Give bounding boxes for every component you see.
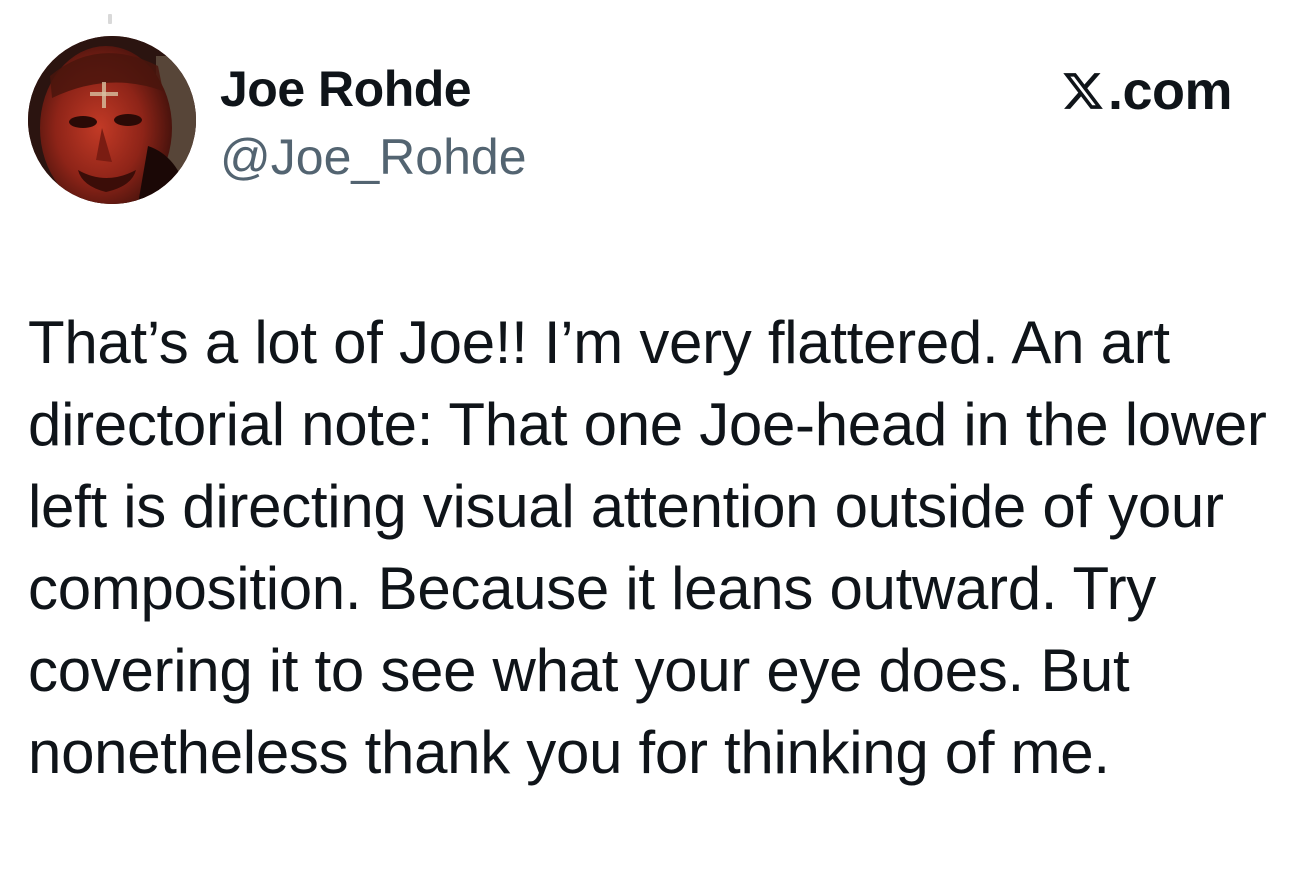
author-handle[interactable]: @Joe_Rohde [220, 126, 527, 188]
avatar-image [28, 36, 196, 204]
top-tick-mark [108, 14, 112, 24]
brand-link[interactable]: .com [1060, 58, 1233, 124]
author-name[interactable]: Joe Rohde [220, 58, 472, 120]
avatar[interactable] [28, 36, 196, 204]
brand-domain-text: .com [1107, 61, 1233, 121]
tweet-text: That’s a lot of Joe!! I’m very flattered… [28, 309, 1267, 786]
x-logo-icon [1060, 69, 1106, 113]
